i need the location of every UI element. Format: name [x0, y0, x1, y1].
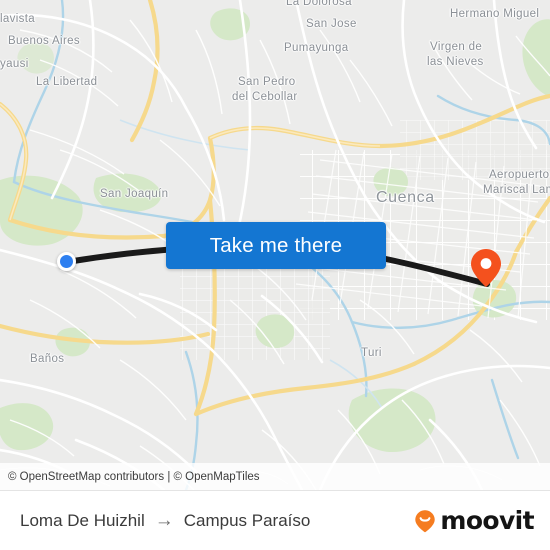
destination-marker-icon[interactable] — [470, 248, 502, 288]
moovit-pin-icon — [415, 509, 436, 532]
origin-marker[interactable] — [57, 252, 76, 271]
take-me-there-button[interactable]: Take me there — [166, 222, 386, 269]
trip-footer: Loma De Huizhil → Campus Paraíso moovit — [0, 490, 550, 550]
trip-origin-label: Loma De Huizhil — [20, 510, 145, 530]
attribution-text[interactable]: © OpenStreetMap contributors | © OpenMap… — [0, 471, 260, 483]
arrow-right-icon: → — [154, 510, 174, 531]
trip-summary: Loma De Huizhil → Campus Paraíso — [20, 511, 310, 531]
moovit-logo[interactable]: moovit — [412, 506, 535, 535]
moovit-wordmark: moovit — [440, 506, 534, 535]
map-container[interactable]: lavista Buenos Aires yausi La Libertad L… — [0, 0, 550, 490]
map-attribution: © OpenStreetMap contributors | © OpenMap… — [0, 463, 550, 490]
trip-destination-label: Campus Paraíso — [183, 510, 311, 530]
map-trip-preview: lavista Buenos Aires yausi La Libertad L… — [0, 0, 550, 550]
